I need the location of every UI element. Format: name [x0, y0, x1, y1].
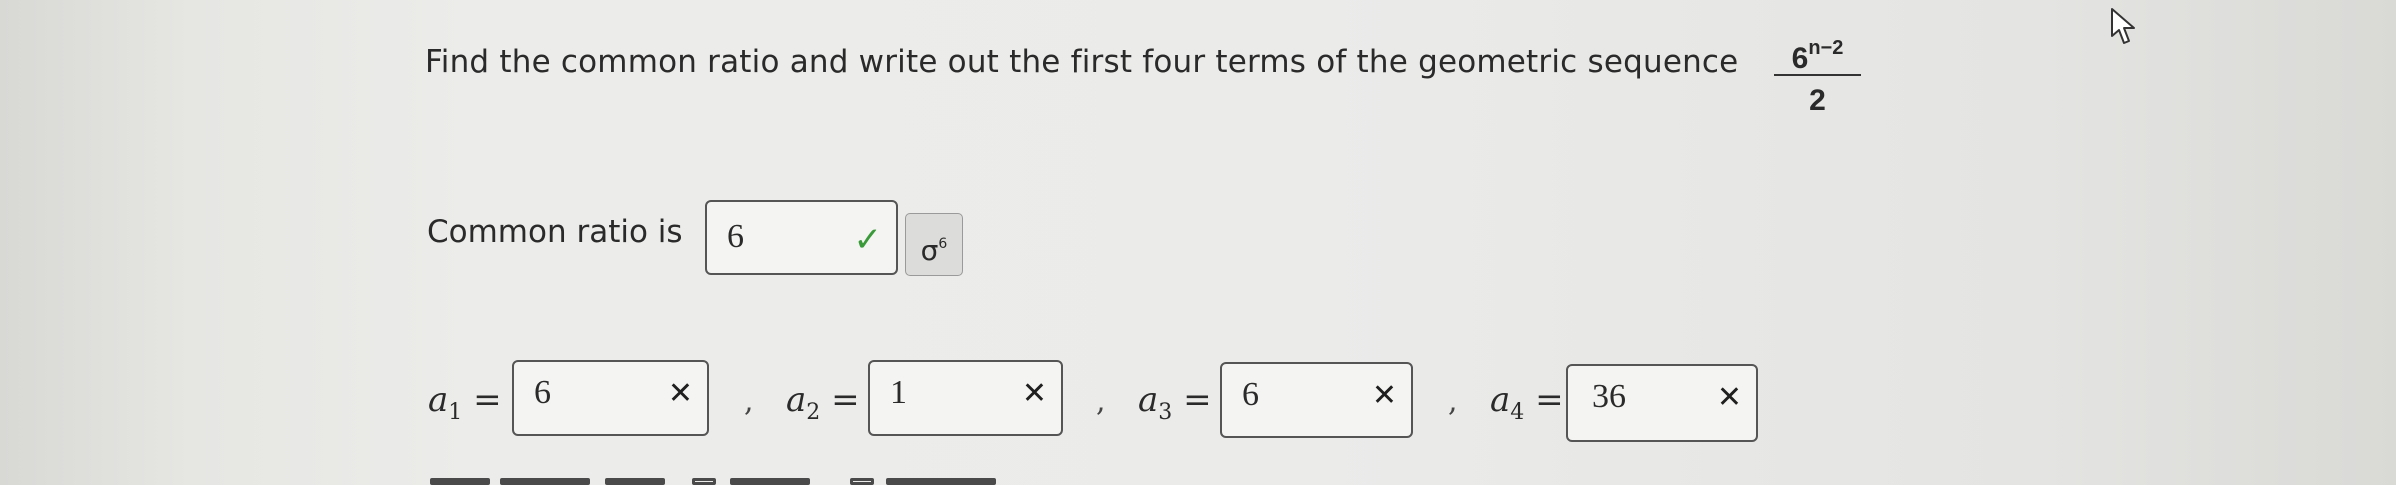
term-label-a3: a3 =	[1138, 380, 1212, 425]
sigma-button[interactable]: σ6	[905, 213, 963, 276]
term-a2-value: 1	[890, 374, 907, 411]
term-a3-input[interactable]: 6 ✕	[1220, 362, 1413, 438]
cross-icon: ✕	[1371, 378, 1397, 413]
check-icon: ✓	[853, 220, 883, 260]
term-separator: ,	[1096, 384, 1106, 419]
term-a1-input[interactable]: 6 ✕	[512, 360, 709, 436]
fraction-bar	[1774, 74, 1861, 76]
term-label-a2: a2 =	[786, 380, 860, 425]
term-a3-value: 6	[1242, 376, 1259, 413]
cross-icon: ✕	[667, 376, 693, 411]
term-a2-input[interactable]: 1 ✕	[868, 360, 1063, 436]
term-a4-value: 36	[1592, 378, 1626, 415]
common-ratio-value: 6	[727, 218, 744, 255]
question-text: Find the common ratio and write out the …	[425, 44, 1739, 80]
term-a4-input[interactable]: 36 ✕	[1566, 364, 1758, 442]
sequence-formula: 6n−2 2	[1770, 28, 1865, 120]
term-label-a1: a1 =	[428, 380, 502, 425]
cross-icon: ✕	[1021, 376, 1047, 411]
formula-exponent: n−2	[1808, 37, 1844, 59]
sigma-icon: σ	[920, 234, 939, 267]
common-ratio-label: Common ratio is	[427, 214, 683, 250]
term-a1-value: 6	[534, 374, 551, 411]
term-separator: ,	[1448, 384, 1458, 419]
cropped-text-below	[430, 474, 1050, 485]
formula-denominator: 2	[1809, 84, 1826, 117]
formula-numerator: 6n−2	[1791, 37, 1844, 75]
common-ratio-input[interactable]: 6 ✓	[705, 200, 898, 275]
term-separator: ,	[744, 384, 754, 419]
cross-icon: ✕	[1716, 380, 1742, 415]
mouse-cursor-icon	[2111, 8, 2135, 44]
term-label-a4: a4 =	[1490, 380, 1564, 425]
